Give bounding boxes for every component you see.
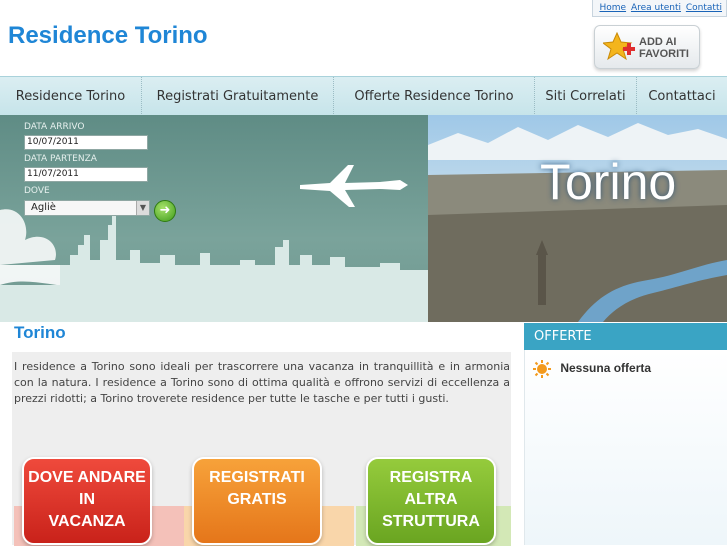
area-utenti-link[interactable]: Area utenti bbox=[631, 3, 681, 13]
torino-photo: Torino bbox=[428, 115, 727, 322]
chevron-down-icon: ▼ bbox=[136, 201, 149, 215]
nav-siti-correlati[interactable]: Siti Correlati bbox=[535, 77, 637, 116]
favorites-line2: FAVORITI bbox=[639, 48, 689, 60]
card2-line2: GRATIS bbox=[227, 491, 287, 508]
site-title[interactable]: Residence Torino bbox=[8, 22, 208, 50]
page-title: Torino bbox=[14, 323, 66, 342]
card-dove-andare-in-vacanza[interactable]: DOVE ANDARE IN VACANZA bbox=[22, 457, 152, 545]
partenza-input[interactable]: 11/07/2011 bbox=[24, 167, 148, 182]
partenza-label: DATA PARTENZA bbox=[24, 154, 97, 164]
sun-bullet-icon bbox=[533, 360, 551, 378]
card-dove-andare-wrap: DOVE ANDARE IN VACANZA bbox=[14, 448, 184, 546]
top-links: Home Area utenti Contatti bbox=[592, 0, 727, 17]
home-link[interactable]: Home bbox=[599, 3, 626, 13]
nav-residence-torino[interactable]: Residence Torino bbox=[0, 77, 142, 116]
nav-offerte-residence-torino[interactable]: Offerte Residence Torino bbox=[334, 77, 535, 116]
arrivo-label: DATA ARRIVO bbox=[24, 122, 85, 132]
card-registra-altra-struttura[interactable]: REGISTRA ALTRA STRUTTURA bbox=[366, 457, 496, 545]
contatti-link[interactable]: Contatti bbox=[686, 3, 722, 13]
offer-list-item: Nessuna offerta bbox=[533, 360, 651, 378]
offers-heading: OFFERTE bbox=[524, 323, 727, 350]
card3-line1: REGISTRA bbox=[389, 469, 473, 486]
card3-line3: STRUTTURA bbox=[382, 513, 480, 530]
star-plus-icon bbox=[603, 32, 635, 61]
card2-line1: REGISTRATI bbox=[209, 469, 305, 486]
dove-label: DOVE bbox=[24, 186, 50, 196]
dove-select[interactable]: Agliè ▼ bbox=[24, 200, 150, 216]
card-registrati-wrap: REGISTRATI GRATIS bbox=[184, 448, 354, 546]
add-favorites-button[interactable]: ADD AI FAVORITI bbox=[594, 25, 700, 69]
dove-value: Agliè bbox=[31, 202, 56, 213]
offer-text: Nessuna offerta bbox=[560, 361, 652, 376]
main-nav: Residence Torino Registrati Gratuitament… bbox=[0, 76, 727, 117]
nav-registrati-gratuitamente[interactable]: Registrati Gratuitamente bbox=[142, 77, 334, 116]
card3-line2: ALTRA bbox=[404, 491, 458, 508]
torino-landscape bbox=[428, 123, 727, 322]
arrow-right-icon: ➜ bbox=[159, 203, 171, 218]
card1-line2: IN bbox=[79, 491, 95, 508]
arrivo-input[interactable]: 10/07/2011 bbox=[24, 135, 148, 150]
torino-banner-word: Torino bbox=[540, 154, 677, 210]
card-registrati-gratis[interactable]: REGISTRATI GRATIS bbox=[192, 457, 322, 545]
card-registra-wrap: REGISTRA ALTRA STRUTTURA bbox=[356, 448, 511, 546]
nav-contattaci[interactable]: Contattaci bbox=[637, 77, 727, 116]
card1-line1: DOVE ANDARE bbox=[28, 469, 146, 486]
card1-line3: VACANZA bbox=[48, 513, 126, 530]
intro-text: I residence a Torino sono ideali per tra… bbox=[14, 360, 510, 405]
banner-skyline: DATA ARRIVO 10/07/2011 DATA PARTENZA 11/… bbox=[0, 115, 428, 322]
search-go-button[interactable]: ➜ bbox=[154, 200, 176, 222]
favorites-line1: ADD AI bbox=[639, 36, 677, 48]
offers-panel bbox=[524, 350, 727, 545]
